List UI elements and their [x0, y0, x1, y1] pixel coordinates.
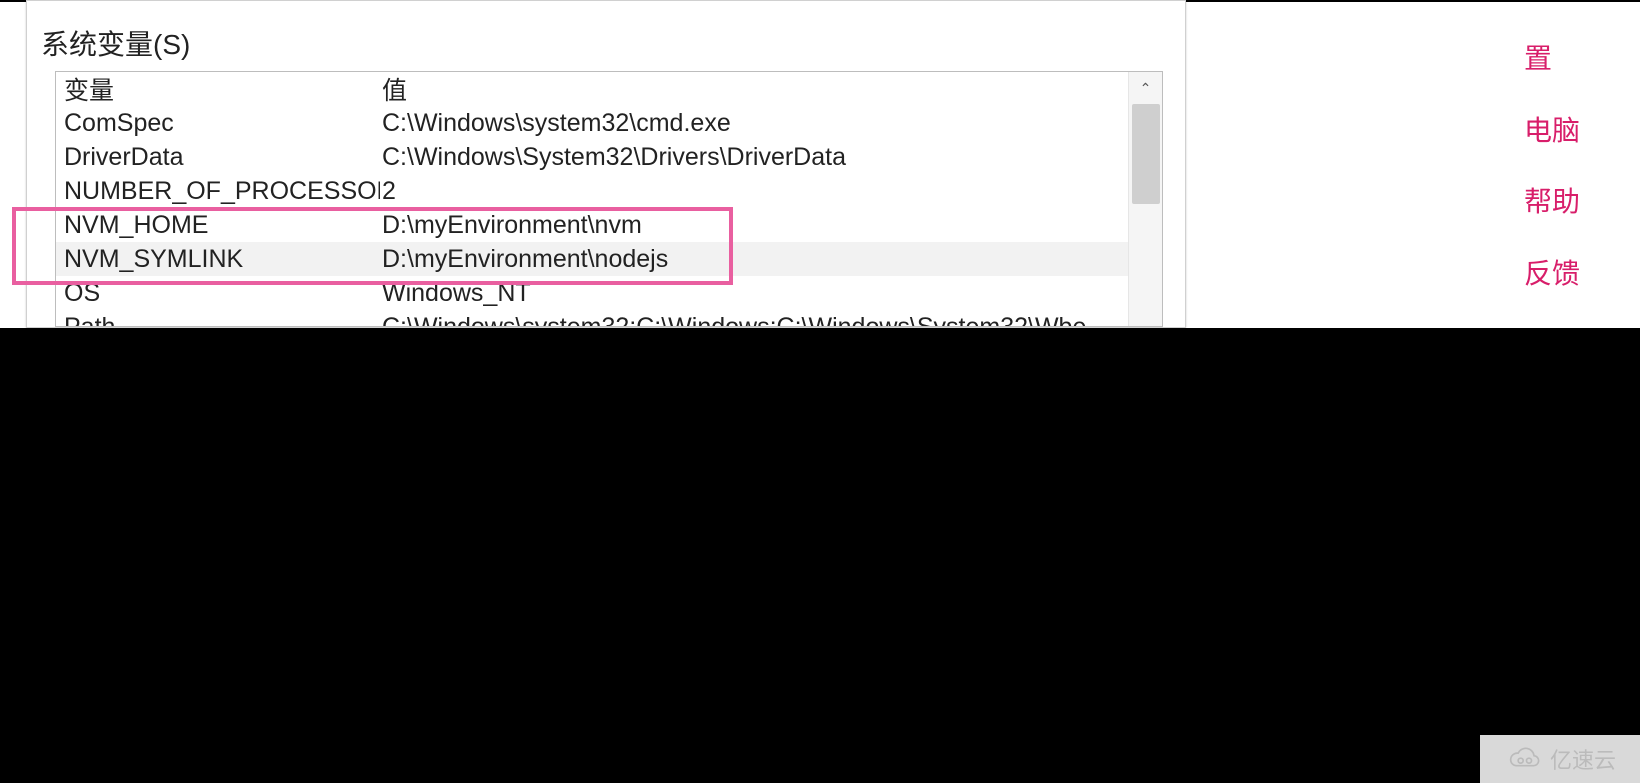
- var-name: NVM_HOME: [56, 211, 380, 240]
- var-value: D:\myEnvironment\nvm: [380, 211, 1128, 240]
- column-header-name[interactable]: 变量: [56, 72, 380, 107]
- table-row[interactable]: NUMBER_OF_PROCESSORS 2: [56, 174, 1128, 208]
- watermark-text: 亿速云: [1550, 743, 1616, 775]
- list-body: 变量 值 ComSpec C:\Windows\system32\cmd.exe…: [56, 72, 1128, 326]
- var-name: NVM_SYMLINK: [56, 245, 380, 274]
- chevron-up-icon: ⌃: [1140, 80, 1152, 97]
- table-row[interactable]: Path C:\Windows\system32;C:\Windows;C:\W…: [56, 310, 1128, 326]
- table-row[interactable]: ComSpec C:\Windows\system32\cmd.exe: [56, 106, 1128, 140]
- table-row[interactable]: NVM_SYMLINK D:\myEnvironment\nodejs: [56, 242, 1128, 276]
- system-variables-label: 系统变量(S): [41, 23, 190, 63]
- system-variables-list[interactable]: 变量 值 ComSpec C:\Windows\system32\cmd.exe…: [55, 71, 1163, 327]
- var-value: C:\Windows\System32\Drivers\DriverData: [380, 143, 1128, 172]
- table-row[interactable]: OS Windows_NT: [56, 276, 1128, 310]
- environment-variables-dialog: 系统变量(S) 变量 值 ComSpec C:\Windows\system32…: [26, 0, 1186, 328]
- scroll-up-button[interactable]: ⌃: [1129, 72, 1162, 104]
- watermark: 亿速云: [1480, 735, 1640, 783]
- column-header-row[interactable]: 变量 值: [56, 72, 1128, 106]
- scroll-track[interactable]: [1129, 104, 1162, 326]
- bg-link[interactable]: 电脑: [1524, 114, 1580, 148]
- bg-link[interactable]: 反馈: [1524, 257, 1580, 291]
- vertical-scrollbar[interactable]: ⌃: [1128, 72, 1162, 326]
- bg-link[interactable]: 置: [1524, 42, 1580, 76]
- var-value: Windows_NT: [380, 279, 1128, 308]
- var-value: C:\Windows\system32;C:\Windows;C:\Window…: [380, 313, 1128, 327]
- var-value: D:\myEnvironment\nodejs: [380, 245, 1128, 274]
- column-header-value[interactable]: 值: [380, 72, 1128, 107]
- var-name: DriverData: [56, 143, 380, 172]
- var-value: C:\Windows\system32\cmd.exe: [380, 109, 1128, 138]
- background-links: 置 电脑 帮助 反馈: [1524, 42, 1580, 290]
- var-name: ComSpec: [56, 109, 380, 138]
- var-name: NUMBER_OF_PROCESSORS: [56, 177, 380, 206]
- cloud-icon: [1504, 745, 1544, 773]
- table-row[interactable]: NVM_HOME D:\myEnvironment\nvm: [56, 208, 1128, 242]
- scroll-thumb[interactable]: [1132, 104, 1160, 204]
- var-name: OS: [56, 279, 380, 308]
- table-row[interactable]: DriverData C:\Windows\System32\Drivers\D…: [56, 140, 1128, 174]
- bg-link[interactable]: 帮助: [1524, 185, 1580, 219]
- var-name: Path: [56, 313, 380, 327]
- var-value: 2: [380, 177, 1128, 206]
